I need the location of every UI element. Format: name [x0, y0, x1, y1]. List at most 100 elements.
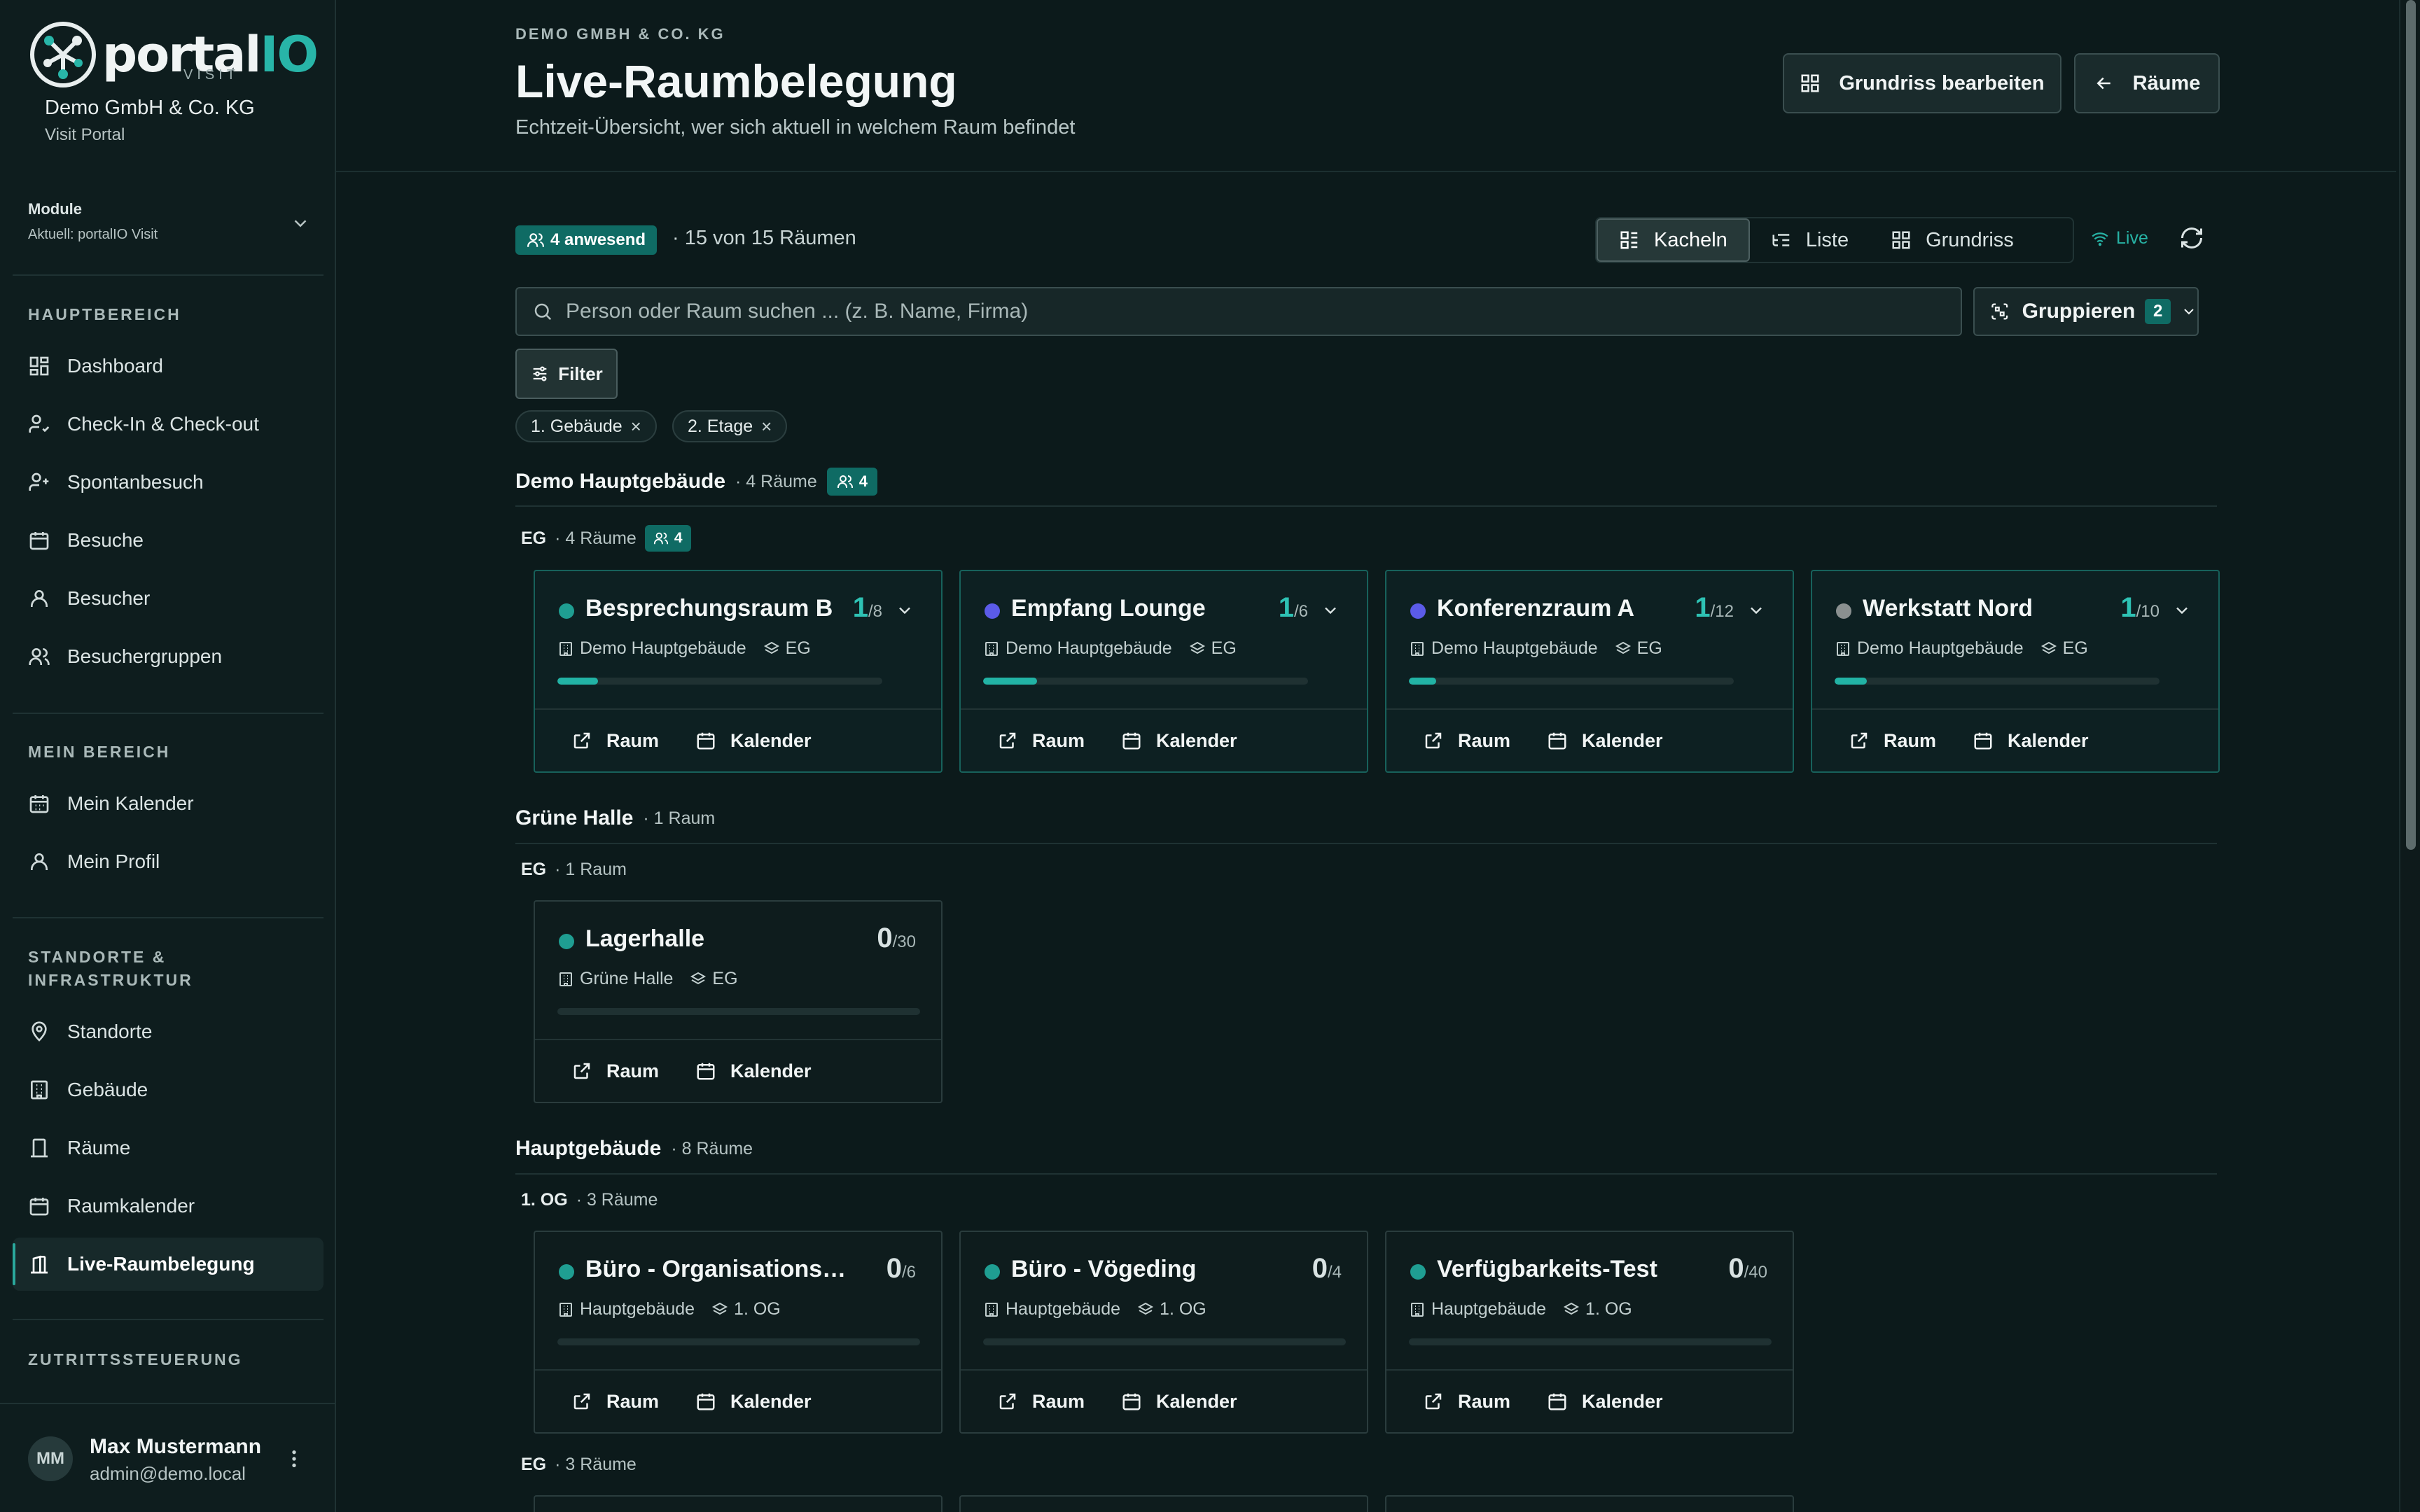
sidebar-item-besuchergruppen[interactable]: Besuchergruppen	[13, 630, 324, 683]
room-card[interactable]: Büro - Organisationsber... 0/6 Hauptgebäud…	[534, 1231, 943, 1434]
sidebar-item-raumkalender[interactable]: Raumkalender	[13, 1180, 324, 1233]
view-floorplan-label: Grundriss	[1926, 228, 2014, 251]
sidebar-item-besuche[interactable]: Besuche	[13, 514, 324, 567]
occupancy-bar	[557, 678, 882, 685]
room-card-partial[interactable]	[1385, 1495, 1794, 1512]
building-icon	[559, 641, 572, 656]
chevron-down-icon[interactable]	[2172, 601, 2192, 620]
calendar-link[interactable]: Kalender	[695, 730, 812, 752]
search-input[interactable]	[566, 300, 1952, 323]
room-card[interactable]: Verfügbarkeits-Test 0/40 Hauptgebäude 1. OG…	[1385, 1231, 1794, 1434]
user-menu[interactable]: MM Max Mustermann admin@demo.local	[0, 1403, 336, 1512]
floor-header: 1. OG · 3 Räume	[521, 1190, 658, 1210]
sidebar-item-spontan[interactable]: Spontanbesuch	[13, 456, 324, 509]
room-meta: Grüne Halle EG	[557, 969, 738, 989]
scrollbar[interactable]	[2399, 0, 2420, 1512]
user-name: Max Mustermann	[90, 1435, 262, 1458]
room-link[interactable]: Raum	[997, 1391, 1085, 1413]
floor-name: EG	[521, 1455, 547, 1474]
group-header: Hauptgebäude · 8 Räume	[515, 1137, 753, 1161]
view-switcher: Kacheln Liste Grundriss	[1595, 217, 2074, 263]
chevron-down-icon[interactable]	[895, 601, 915, 620]
calendar-link[interactable]: Kalender	[1121, 1391, 1237, 1413]
sidebar-item-dashboard[interactable]: Dashboard	[13, 340, 324, 393]
sidebar-item-label: Gebäude	[67, 1079, 148, 1100]
sidebar-item-raeume[interactable]: Räume	[13, 1121, 324, 1175]
sidebar-item-mein-profil[interactable]: Mein Profil	[13, 835, 324, 888]
room-card[interactable]: Besprechungsraum B 1/8 Demo Hauptgebäude EG…	[534, 570, 943, 773]
sidebar-item-live-raumbelegung[interactable]: Live-Raumbelegung	[13, 1238, 324, 1291]
room-card[interactable]: Lagerhalle 0/30 Grüne Halle EG Raum Kalender	[534, 900, 943, 1103]
view-list-button[interactable]: Liste	[1750, 218, 1870, 262]
view-tiles-button[interactable]: Kacheln	[1597, 218, 1750, 262]
brand-sub: VISIT	[183, 67, 240, 83]
view-floorplan-button[interactable]: Grundriss	[1870, 218, 2035, 262]
calendar-link[interactable]: Kalender	[1547, 1391, 1663, 1413]
search-field[interactable]	[515, 287, 1962, 336]
sidebar-item-label: Dashboard	[67, 355, 163, 377]
room-card[interactable]: Konferenzraum A 1/12 Demo Hauptgebäude EG Ra…	[1385, 570, 1794, 773]
room-floor: EG	[1636, 638, 1662, 658]
calendar-link[interactable]: Kalender	[695, 1060, 812, 1082]
room-card[interactable]: Werkstatt Nord 1/10 Demo Hauptgebäude EG Rau…	[1811, 570, 2220, 773]
occupancy-bar	[983, 1338, 1346, 1345]
present-label: 4 anwesend	[550, 230, 646, 249]
room-link[interactable]: Raum	[1849, 730, 1936, 752]
room-card[interactable]: Büro - Vögeding 0/4 Hauptgebäude 1. OG Raum K…	[959, 1231, 1368, 1434]
calendar-link[interactable]: Kalender	[1547, 730, 1663, 752]
sliders-icon	[533, 366, 547, 382]
external-link-icon	[999, 732, 1016, 749]
room-card-partial[interactable]	[534, 1495, 943, 1512]
sidebar-item-standorte[interactable]: Standorte	[13, 1005, 324, 1058]
calendar-link[interactable]: Kalender	[695, 1391, 812, 1413]
module-label: Module	[28, 200, 82, 218]
occupancy-bar	[1409, 678, 1734, 685]
brand[interactable]: portalIO VISIT Demo GmbH & Co. KG Visit …	[28, 20, 322, 145]
refresh-icon[interactable]	[2179, 225, 2204, 251]
floor-name: EG	[521, 860, 547, 879]
more-vertical-icon[interactable]	[283, 1446, 305, 1471]
occupancy-fill	[1409, 678, 1436, 685]
live-indicator: Live	[2091, 228, 2148, 248]
chevron-down-icon[interactable]	[1321, 601, 1340, 620]
occupancy-bar	[1409, 1338, 1772, 1345]
room-link[interactable]: Raum	[997, 730, 1085, 752]
occupancy-fill	[1835, 678, 1868, 685]
floor-room-count: · 1 Raum	[555, 860, 627, 879]
back-to-rooms-button[interactable]: Räume	[2074, 53, 2220, 113]
group-chip-floor[interactable]: 2. Etage ×	[672, 410, 788, 442]
layers-icon	[763, 641, 779, 654]
building-icon	[985, 641, 998, 656]
room-building: Hauptgebäude	[1431, 1299, 1547, 1319]
user-plus-icon	[29, 472, 49, 491]
sidebar-item-checkin[interactable]: Check-In & Check-out	[13, 398, 324, 451]
wifi-icon	[2092, 232, 2108, 246]
sidebar-item-mein-kalender[interactable]: Mein Kalender	[13, 777, 324, 830]
calendar-link[interactable]: Kalender	[1121, 730, 1237, 752]
search-icon	[534, 303, 552, 321]
layers-icon	[690, 972, 707, 984]
sidebar-item-gebaeude[interactable]: Gebäude	[13, 1063, 324, 1116]
sidebar-item-besucher[interactable]: Besucher	[13, 572, 324, 625]
room-link[interactable]: Raum	[571, 730, 659, 752]
room-link[interactable]: Raum	[571, 1391, 659, 1413]
room-link[interactable]: Raum	[571, 1060, 659, 1082]
room-card[interactable]: Empfang Lounge 1/6 Demo Hauptgebäude EG Raum…	[959, 570, 1368, 773]
calendar-icon	[1122, 1393, 1141, 1410]
section-mine-title: MEIN BEREICH	[28, 743, 171, 761]
group-button[interactable]: Gruppieren 2	[1973, 287, 2199, 336]
close-icon[interactable]: ×	[631, 416, 641, 438]
close-icon[interactable]: ×	[761, 416, 772, 438]
room-card-partial[interactable]	[959, 1495, 1368, 1512]
group-divider	[515, 843, 2217, 844]
scrollbar-thumb[interactable]	[2406, 0, 2416, 850]
filter-button[interactable]: Filter	[515, 349, 618, 399]
module-switcher[interactable]: Module Aktuell: portalIO Visit	[13, 183, 324, 276]
chevron-down-icon[interactable]	[1746, 601, 1766, 620]
group-chip-building[interactable]: 1. Gebäude ×	[515, 410, 657, 442]
calendar-link[interactable]: Kalender	[1973, 730, 2089, 752]
room-link[interactable]: Raum	[1423, 1391, 1510, 1413]
room-link[interactable]: Raum	[1423, 730, 1510, 752]
edit-floorplan-button[interactable]: Grundriss bearbeiten	[1783, 53, 2061, 113]
status-dot	[559, 603, 574, 619]
